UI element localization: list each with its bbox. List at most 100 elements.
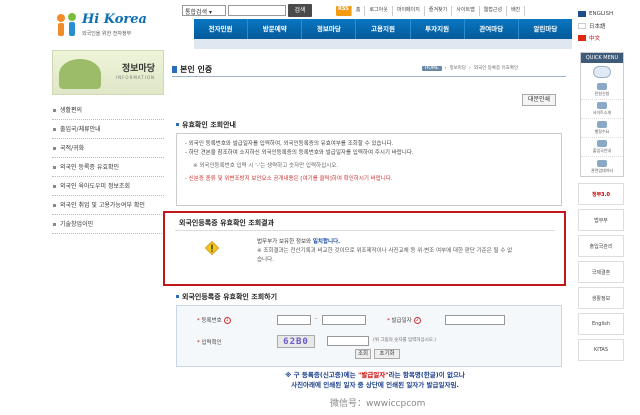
- notice-part: 라는 항목명(한글)이 없으나: [388, 371, 465, 379]
- confirm-button[interactable]: 조회: [355, 349, 371, 359]
- reg-no-dash: -: [315, 316, 317, 322]
- nav-notice[interactable]: 알린마당: [519, 19, 572, 39]
- captcha-label-text: 입력확인: [201, 340, 222, 346]
- print-button[interactable]: 대문인쇄: [522, 94, 556, 106]
- rss-link[interactable]: RSS: [336, 6, 352, 16]
- mypage-link[interactable]: 마이페이지: [393, 6, 425, 16]
- banner-english[interactable]: English: [578, 313, 624, 335]
- breadcrumb-item[interactable]: 정보마당: [449, 65, 466, 71]
- captcha-input[interactable]: [327, 336, 369, 346]
- reg-no-back-input[interactable]: [322, 315, 366, 325]
- breadcrumb-separator: ›: [444, 65, 447, 71]
- language-chinese[interactable]: 中文: [578, 32, 636, 44]
- title-divider: [172, 76, 566, 77]
- banner-kitas[interactable]: KITAS: [578, 339, 624, 361]
- sidebar-subtitle: INFORMATION: [115, 75, 155, 80]
- logout-link[interactable]: 로그아웃: [365, 6, 393, 16]
- breadcrumb-home[interactable]: HOME: [422, 65, 442, 71]
- breadcrumb-separator: ›: [469, 65, 471, 71]
- warning-icon: [205, 241, 219, 255]
- sidebar-menu: 생활편의 출입국/체류안내 국적/귀화 외국인 등록증 유효확인 외국인 육아도…: [52, 101, 164, 234]
- nav-visit-reservation[interactable]: 방문예약: [248, 19, 303, 39]
- nav-information[interactable]: 정보마당: [302, 19, 357, 39]
- sidebar-item-startup[interactable]: 기술창업이민: [52, 215, 164, 234]
- sidebar-illustration: [59, 59, 101, 89]
- quick-menu: QUICK MENU 민원신청 사이트소개 행정수요 출입국안내 관련업데이터: [580, 52, 624, 177]
- guide-line: - 외국인 등록번호와 발급일자를 입력하여, 외국인등록증의 유효여부를 조회…: [185, 141, 394, 147]
- result-message: 법무부가 보유한 정보와 일치합니다. ※ 조회결과는 전산기록과 비교한 것이…: [257, 238, 517, 265]
- bottom-notice: ※ 구 등록증(신고증)에는 "발급일자"라는 항목명(한글)이 없으나 사진아…: [210, 370, 540, 390]
- quick-item-label: 출입국안내: [592, 148, 612, 153]
- sidebar-item-card-validity[interactable]: 외국인 등록증 유효확인: [52, 158, 164, 177]
- clipboard-icon: [597, 121, 607, 128]
- language-english[interactable]: ENGLISH: [578, 8, 636, 20]
- banner-moj[interactable]: 법무부: [578, 209, 624, 231]
- quick-item-label: 관련업데이터: [590, 167, 614, 173]
- accessibility-link[interactable]: 웹접근성: [480, 6, 508, 16]
- banner-living[interactable]: 생활정보: [578, 287, 624, 309]
- issue-date-input[interactable]: [445, 315, 505, 325]
- quick-item[interactable]: 관련업데이터: [581, 157, 623, 176]
- search-input[interactable]: [228, 5, 286, 16]
- bottom-notice-line: ※ 구 등록증(신고증)에는 "발급일자"라는 항목명(한글)이 없으나: [210, 370, 540, 380]
- guide-security-link[interactable]: - 신분증 종류 및 위변조방지 보안요소 공개내용은 [여기를 클릭]하여 확…: [185, 175, 553, 184]
- us-flag-icon: [578, 11, 586, 17]
- quick-item[interactable]: 사이트소개: [581, 100, 623, 119]
- banner-immigration[interactable]: 출입국관리: [578, 235, 624, 257]
- search-scope-value: 통합검색: [185, 9, 208, 16]
- result-divider: [175, 230, 555, 231]
- reg-no-label: * 등록번호 1: [197, 316, 231, 324]
- quick-item[interactable]: 행정수요: [581, 119, 623, 138]
- step-badge: 1: [223, 317, 231, 324]
- search-scope-select[interactable]: 통합검색 ▾: [182, 5, 226, 16]
- sidebar-item-employment[interactable]: 외국인 취업 및 고용가능여부 확인: [52, 196, 164, 215]
- reset-button[interactable]: 초기화: [374, 349, 400, 359]
- logo[interactable]: Hi Korea 외국인을 위한 전자정부: [52, 8, 162, 42]
- captcha-label: * 입력확인: [197, 340, 222, 346]
- banner-label: English: [591, 321, 611, 327]
- banner-gov30[interactable]: 정부3.0: [578, 183, 624, 205]
- cn-flag-icon: [578, 35, 586, 41]
- wechat-watermark: 微信号：wwwiccpcom: [330, 399, 426, 409]
- guide-section-title: 유효확인 조회안내: [176, 120, 236, 130]
- plane-icon: [597, 140, 607, 147]
- reg-no-front-input[interactable]: [277, 315, 311, 325]
- update-icon: [597, 159, 607, 167]
- chat-icon: [593, 66, 611, 78]
- quick-item[interactable]: 민원신청: [581, 81, 623, 100]
- sidebar-item-nationality[interactable]: 국적/귀화: [52, 139, 164, 158]
- sidebar-header: 정보마당 INFORMATION: [52, 50, 164, 95]
- bottom-notice-line: 사진아래에 인쇄된 일자 중 상단에 인쇄된 일자가 발급일자임.: [291, 381, 459, 389]
- nav-employment[interactable]: 고용지원: [356, 19, 411, 39]
- favorites-link[interactable]: 즐겨찾기: [425, 6, 453, 16]
- captcha-image: 62B0: [277, 335, 315, 348]
- banner-label: KITAS: [593, 347, 608, 353]
- banner-label: 정부3.0: [591, 191, 611, 198]
- sidebar-item-living[interactable]: 생활편의: [52, 101, 164, 120]
- language-japanese[interactable]: 日本語: [578, 20, 636, 32]
- nav-community[interactable]: 관여마당: [465, 19, 519, 39]
- nav-e-civil[interactable]: 전자민원: [194, 19, 249, 39]
- extra-link[interactable]: 배진: [507, 6, 526, 16]
- home-link[interactable]: 홈: [352, 6, 366, 16]
- quick-item[interactable]: 출입국안내: [581, 138, 623, 157]
- sidebar-item-nanny[interactable]: 외국인 육아도우미 정보조회: [52, 177, 164, 196]
- document-icon: [597, 83, 607, 90]
- top-utility-links: RSS 홈 로그아웃 마이페이지 즐겨찾기 사이트맵 웹접근성 배진: [336, 6, 526, 16]
- language-label: ENGLISH: [589, 11, 614, 17]
- guide-line: - 하단 견본을 참조하여 소지하신 외국인등록증의 등록번호와 발급일자를 입…: [185, 150, 414, 156]
- info-icon: [597, 102, 607, 109]
- search-button[interactable]: 검색: [288, 4, 312, 17]
- banner-marriage[interactable]: 국제결혼: [578, 261, 624, 283]
- quick-item-label: 민원신청: [594, 91, 610, 96]
- banner-label: 생활정보: [591, 295, 611, 302]
- main-nav: 전자민원 방문예약 정보마당 고용지원 투자지원 관여마당 알린마당: [194, 19, 572, 39]
- sitemap-link[interactable]: 사이트맵: [452, 6, 480, 16]
- sidebar-item-immigration[interactable]: 출입국/체류안내: [52, 120, 164, 139]
- banner-label: 출입국관리: [589, 243, 613, 250]
- result-title: 외국인등록증 유효확인 조회결과: [179, 219, 275, 227]
- logo-brand: Hi Korea: [82, 12, 147, 27]
- quick-menu-title: QUICK MENU: [581, 53, 623, 63]
- nav-investment[interactable]: 투자지원: [411, 19, 465, 39]
- quick-menu-graphic: [581, 63, 623, 81]
